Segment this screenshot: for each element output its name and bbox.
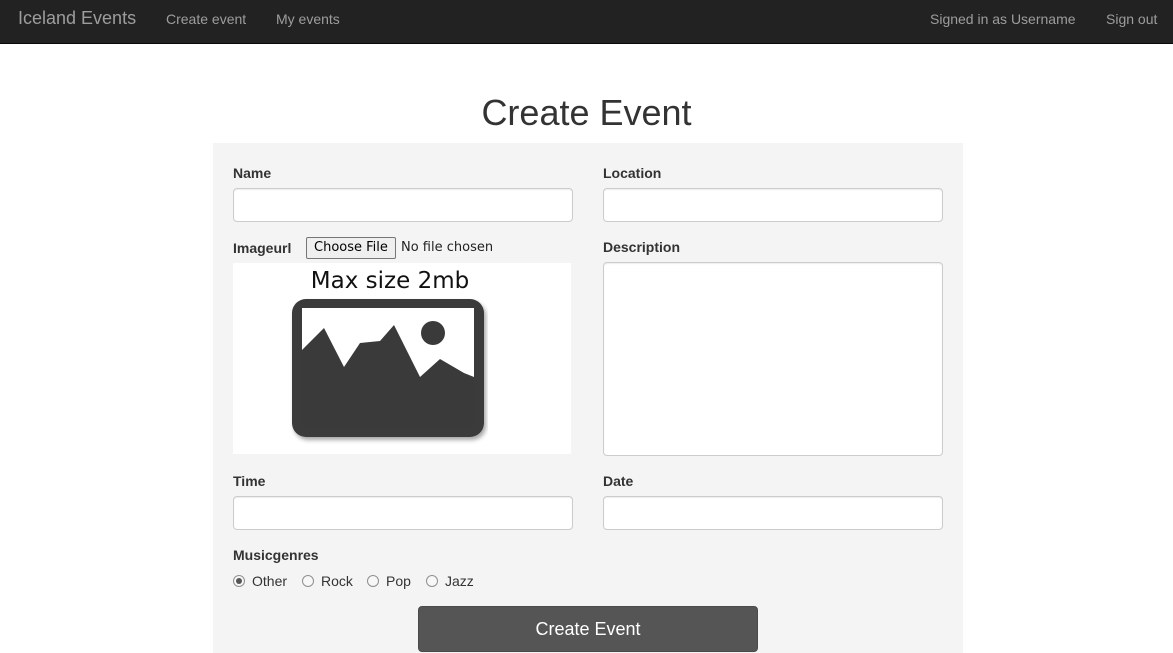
location-label: Location <box>603 165 662 181</box>
musicgenres-label: Musicgenres <box>233 547 319 563</box>
radio-button-pop[interactable] <box>367 575 379 587</box>
create-event-button[interactable]: Create Event <box>418 606 758 652</box>
radio-button-other[interactable] <box>233 575 245 587</box>
radio-button-rock[interactable] <box>302 575 314 587</box>
genre-label-rock: Rock <box>321 573 353 589</box>
radio-button-jazz[interactable] <box>426 575 438 587</box>
time-input[interactable] <box>233 496 573 530</box>
name-label: Name <box>233 165 272 181</box>
image-preview: Max size 2mb <box>233 263 571 454</box>
nav-my-events[interactable]: My events <box>276 11 340 27</box>
description-textarea[interactable] <box>603 262 943 456</box>
preview-caption: Max size 2mb <box>310 268 470 294</box>
page-title: Create Event <box>481 92 692 133</box>
image-placeholder-icon <box>292 299 484 437</box>
date-input[interactable] <box>603 496 943 530</box>
create-event-form: Name Location Imageurl Choose File No fi… <box>213 143 963 653</box>
genre-label-jazz: Jazz <box>445 573 474 589</box>
sign-out-link[interactable]: Sign out <box>1106 11 1157 27</box>
imageurl-label: Imageurl <box>233 240 292 256</box>
location-input[interactable] <box>603 188 943 222</box>
navbar: Iceland Events Create event My events Si… <box>0 0 1173 44</box>
nav-create-event[interactable]: Create event <box>166 11 246 27</box>
file-status-text: No file chosen <box>401 240 494 255</box>
date-label: Date <box>603 473 634 489</box>
description-label: Description <box>603 239 681 255</box>
signed-in-user[interactable]: Signed in as Username <box>930 11 1076 27</box>
genre-label-pop: Pop <box>386 573 411 589</box>
time-label: Time <box>233 473 266 489</box>
genre-label-other: Other <box>252 573 288 589</box>
choose-file-button[interactable]: Choose File <box>306 237 396 259</box>
name-input[interactable] <box>233 188 573 222</box>
brand-link[interactable]: Iceland Events <box>18 8 136 29</box>
